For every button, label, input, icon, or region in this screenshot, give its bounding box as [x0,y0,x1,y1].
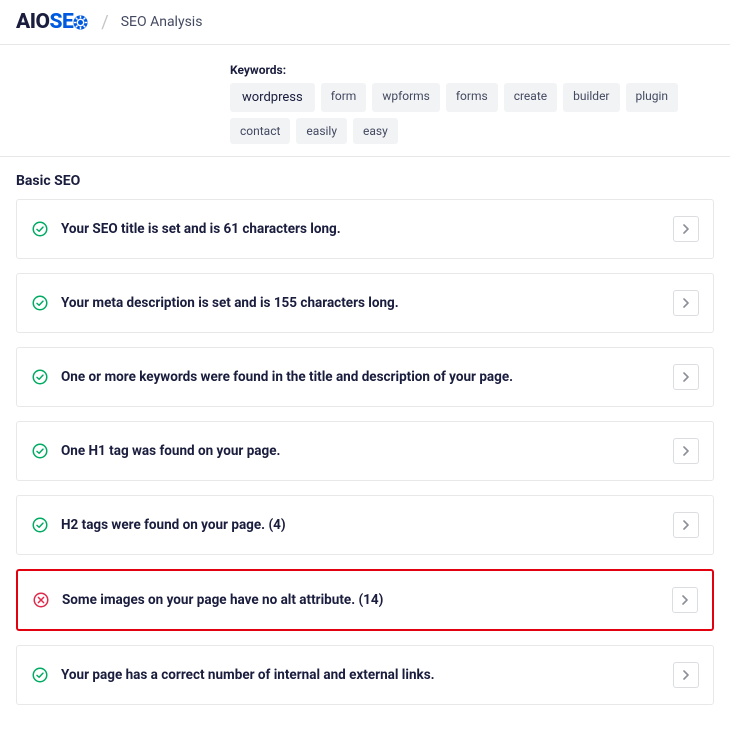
seo-item-text: Your page has a correct number of intern… [61,667,661,683]
status-error-icon [32,591,50,609]
chevron-right-icon [682,520,690,530]
seo-item: One or more keywords were found in the t… [16,347,714,407]
keyword-tag[interactable]: form [321,83,367,112]
keyword-tag[interactable]: plugin [626,83,679,112]
chevron-right-icon [682,670,690,680]
seo-item-text: Your meta description is set and is 155 … [61,295,661,311]
gear-icon [72,14,89,31]
check-circle-icon [31,294,49,312]
keyword-tag[interactable]: wpforms [372,83,440,112]
status-ok-icon [31,220,49,238]
seo-item-text: One H1 tag was found on your page. [61,443,661,459]
seo-item-text: Your SEO title is set and is 61 characte… [61,221,661,237]
expand-button[interactable] [672,587,698,613]
header: AIO SE / SEO Analysis [0,0,730,45]
expand-button[interactable] [673,512,699,538]
seo-item-text: One or more keywords were found in the t… [61,369,661,385]
check-circle-icon [31,516,49,534]
chevron-right-icon [682,372,690,382]
expand-button[interactable] [673,438,699,464]
keyword-tag[interactable]: builder [563,83,619,112]
expand-button[interactable] [673,290,699,316]
check-circle-icon [31,220,49,238]
status-ok-icon [31,666,49,684]
check-circle-icon [31,368,49,386]
chevron-right-icon [682,224,690,234]
seo-item: One H1 tag was found on your page. [16,421,714,481]
keyword-tag-primary[interactable]: wordpress [230,83,315,112]
logo-aio: AIO [16,10,49,34]
chevron-right-icon [682,298,690,308]
seo-item: H2 tags were found on your page. (4) [16,495,714,555]
status-ok-icon [31,294,49,312]
keyword-tag[interactable]: contact [230,118,290,144]
keyword-tag[interactable]: create [504,83,557,112]
keyword-tag[interactable]: easily [296,118,347,144]
status-ok-icon [31,442,49,460]
logo: AIO SE [16,10,89,34]
seo-item: Your page has a correct number of intern… [16,645,714,705]
error-circle-icon [32,591,50,609]
chevron-right-icon [681,595,689,605]
seo-item: Some images on your page have no alt att… [16,569,714,631]
check-circle-icon [31,666,49,684]
seo-item-text: H2 tags were found on your page. (4) [61,517,661,533]
keywords-section: Keywords: wordpressformwpformsformscreat… [0,45,730,157]
expand-button[interactable] [673,216,699,242]
status-ok-icon [31,516,49,534]
breadcrumb-divider: / [101,12,108,33]
expand-button[interactable] [673,662,699,688]
logo-seo: SE [49,10,89,34]
keywords-label: Keywords: [230,63,714,77]
expand-button[interactable] [673,364,699,390]
basic-seo-section: Basic SEO Your SEO title is set and is 6… [0,157,730,735]
status-ok-icon [31,368,49,386]
seo-item: Your SEO title is set and is 61 characte… [16,199,714,259]
check-circle-icon [31,442,49,460]
section-title: Basic SEO [16,173,714,189]
page-title: SEO Analysis [121,14,203,30]
chevron-right-icon [682,446,690,456]
seo-item: Your meta description is set and is 155 … [16,273,714,333]
keyword-tag[interactable]: forms [446,83,498,112]
seo-item-text: Some images on your page have no alt att… [62,592,660,608]
keywords-tags: wordpressformwpformsformscreatebuilderpl… [230,83,714,144]
keyword-tag[interactable]: easy [353,118,398,144]
seo-items-list: Your SEO title is set and is 61 characte… [16,199,714,705]
